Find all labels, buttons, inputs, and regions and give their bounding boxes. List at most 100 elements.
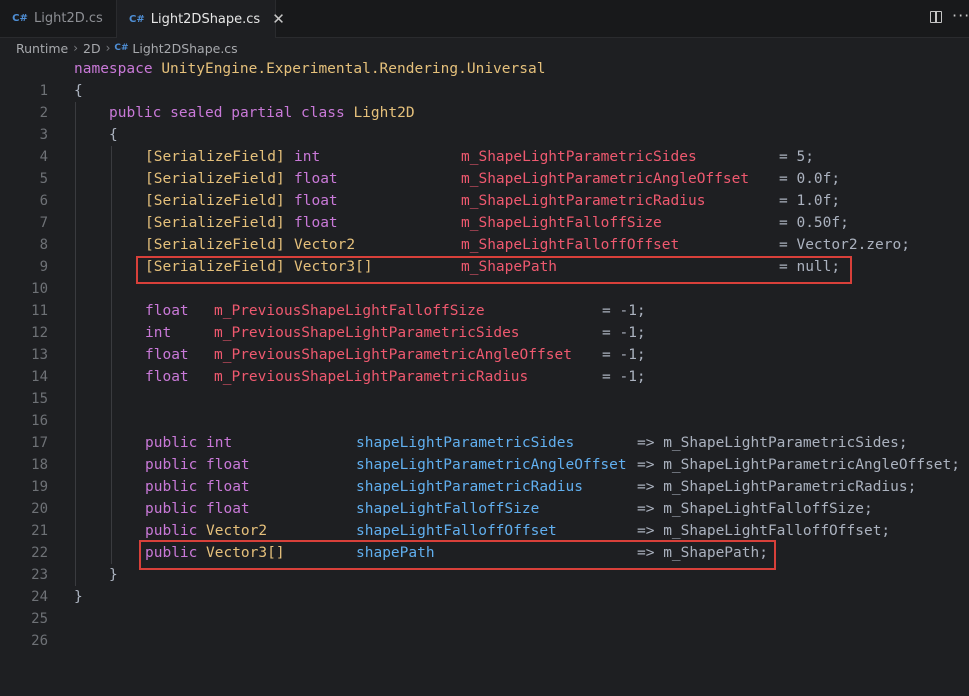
field-name: m_ShapeLightParametricRadius bbox=[461, 193, 706, 209]
attribute: [SerializeField] bbox=[145, 215, 285, 231]
brace: { bbox=[74, 83, 83, 99]
code-line: 16 bbox=[0, 388, 969, 429]
code-line: 12 float m_PreviousShapeLightFalloffSize… bbox=[0, 300, 969, 341]
field-value: = 0.50f; bbox=[779, 215, 849, 231]
field-value: = -1; bbox=[602, 369, 646, 385]
field-value: = -1; bbox=[602, 303, 646, 319]
code-line: 24 } bbox=[0, 564, 969, 605]
class-name: Light2D bbox=[353, 105, 415, 121]
keyword: public bbox=[145, 457, 198, 473]
field-name: m_ShapeLightFalloffOffset bbox=[461, 237, 680, 253]
brace: } bbox=[109, 567, 118, 583]
field-name: m_ShapeLightParametricSides bbox=[461, 149, 697, 165]
code-line: 2 { bbox=[0, 80, 969, 121]
property-name: shapeLightParametricRadius bbox=[356, 479, 583, 495]
keyword: public bbox=[145, 479, 198, 495]
keyword: public bbox=[145, 545, 198, 561]
code-line: 19 public float shapeLightParametricAngl… bbox=[0, 454, 969, 495]
split-editor-icon[interactable] bbox=[930, 11, 942, 23]
code-line: 13 int m_PreviousShapeLightParametricSid… bbox=[0, 322, 969, 363]
field-name: m_PreviousShapeLightFalloffSize bbox=[214, 303, 485, 319]
code-line: 21 public float shapeLightFalloffSize =>… bbox=[0, 498, 969, 539]
keyword: public bbox=[145, 435, 198, 451]
field-value: = 1.0f; bbox=[779, 193, 841, 209]
property-name: shapeLightFalloffSize bbox=[356, 501, 540, 517]
property-name: shapeLightParametricSides bbox=[356, 435, 575, 451]
attribute: [SerializeField] bbox=[145, 237, 285, 253]
code-line: 11 bbox=[0, 278, 969, 319]
keyword: public bbox=[145, 523, 198, 539]
field-value: = -1; bbox=[602, 325, 646, 341]
breadcrumb-2d[interactable]: 2D bbox=[83, 41, 101, 56]
property-value: => m_ShapeLightParametricRadius; bbox=[637, 479, 917, 495]
field-value: = null; bbox=[779, 259, 841, 275]
brace: } bbox=[74, 589, 83, 605]
code-line: 3 public sealed partial class Light2D bbox=[0, 102, 969, 143]
tab-light2d[interactable]: C# Light2D.cs bbox=[0, 0, 116, 37]
code-line: 8 [SerializeField] float m_ShapeLightFal… bbox=[0, 212, 969, 253]
property-value: => m_ShapeLightFalloffSize; bbox=[637, 501, 873, 517]
property-type: float bbox=[206, 479, 250, 495]
code-line: 23 public Vector3[] shapePath => m_Shape… bbox=[0, 542, 969, 583]
field-name: m_ShapeLightParametricAngleOffset bbox=[461, 171, 750, 187]
keyword: public bbox=[145, 501, 198, 517]
namespace-name: UnityEngine.Experimental.Rendering.Unive… bbox=[161, 61, 546, 77]
code-line: 7 [SerializeField] float m_ShapeLightPar… bbox=[0, 190, 969, 231]
field-name: m_ShapePath bbox=[461, 259, 558, 275]
csharp-file-icon: C# bbox=[12, 13, 28, 24]
field-value: = -1; bbox=[602, 347, 646, 363]
code-line: 1 namespace UnityEngine.Experimental.Ren… bbox=[0, 58, 969, 99]
tab-light2dshape[interactable]: C# Light2DShape.cs ✕ bbox=[116, 0, 285, 38]
property-name: shapeLightFalloffOffset bbox=[356, 523, 557, 539]
breadcrumb-runtime[interactable]: Runtime bbox=[16, 41, 68, 56]
brace: { bbox=[109, 127, 118, 143]
code-line: 9 [SerializeField] Vector2 m_ShapeLightF… bbox=[0, 234, 969, 275]
field-type: Vector3[] bbox=[294, 259, 373, 275]
more-actions-icon[interactable]: ··· bbox=[952, 6, 969, 25]
tab-bar: C# Light2D.cs C# Light2DShape.cs ✕ ··· bbox=[0, 0, 969, 38]
code-line: 15 float m_PreviousShapeLightParametricR… bbox=[0, 366, 969, 407]
attribute: [SerializeField] bbox=[145, 149, 285, 165]
line-number: 26 bbox=[31, 633, 48, 649]
field-type: float bbox=[294, 215, 338, 231]
breadcrumb-separator: › bbox=[105, 41, 111, 55]
code-line: 17 bbox=[0, 410, 969, 451]
field-type: float bbox=[294, 193, 338, 209]
code-line: 6 [SerializeField] float m_ShapeLightPar… bbox=[0, 168, 969, 209]
field-type: Vector2 bbox=[294, 237, 356, 253]
property-value: => m_ShapeLightParametricAngleOffset; bbox=[637, 457, 961, 473]
code-editor[interactable]: 1 namespace UnityEngine.Experimental.Ren… bbox=[0, 58, 969, 649]
tab-label: Light2DShape.cs bbox=[150, 11, 261, 27]
field-value: = 0.0f; bbox=[779, 171, 841, 187]
code-line: 4 { bbox=[0, 124, 969, 165]
property-value: => m_ShapePath; bbox=[637, 545, 768, 561]
code-line: 25 } bbox=[0, 586, 969, 627]
code-line: 22 public Vector2 shapeLightFalloffOffse… bbox=[0, 520, 969, 561]
attribute: [SerializeField] bbox=[145, 259, 285, 275]
property-name: shapePath bbox=[356, 545, 435, 561]
field-name: m_PreviousShapeLightParametricAngleOffse… bbox=[214, 347, 572, 363]
code-line: 26 bbox=[0, 608, 969, 649]
field-name: m_PreviousShapeLightParametricSides bbox=[214, 325, 520, 341]
code-line: 18 public int shapeLightParametricSides … bbox=[0, 432, 969, 473]
close-icon[interactable]: ✕ bbox=[272, 10, 285, 28]
breadcrumb-file[interactable]: Light2DShape.cs bbox=[132, 41, 237, 56]
property-value: => m_ShapeLightFalloffOffset; bbox=[637, 523, 891, 539]
field-type: int bbox=[294, 149, 321, 165]
attribute: [SerializeField] bbox=[145, 171, 285, 187]
code-line: 10 [SerializeField] Vector3[] m_ShapePat… bbox=[0, 256, 969, 297]
field-name: m_ShapeLightFalloffSize bbox=[461, 215, 662, 231]
property-value: => m_ShapeLightParametricSides; bbox=[637, 435, 908, 451]
field-name: m_PreviousShapeLightParametricRadius bbox=[214, 369, 529, 385]
property-type: float bbox=[206, 457, 250, 473]
property-type: Vector2 bbox=[206, 523, 268, 539]
field-type: float bbox=[294, 171, 338, 187]
property-type: float bbox=[206, 501, 250, 517]
breadcrumb: Runtime › 2D › C# Light2DShape.cs bbox=[0, 38, 969, 58]
keyword: namespace bbox=[74, 61, 153, 77]
csharp-file-icon: C# bbox=[114, 43, 129, 53]
property-type: Vector3[] bbox=[206, 545, 285, 561]
keyword: public sealed partial class bbox=[109, 105, 345, 121]
field-value: = 5; bbox=[779, 149, 814, 165]
code-line: 20 public float shapeLightParametricRadi… bbox=[0, 476, 969, 517]
